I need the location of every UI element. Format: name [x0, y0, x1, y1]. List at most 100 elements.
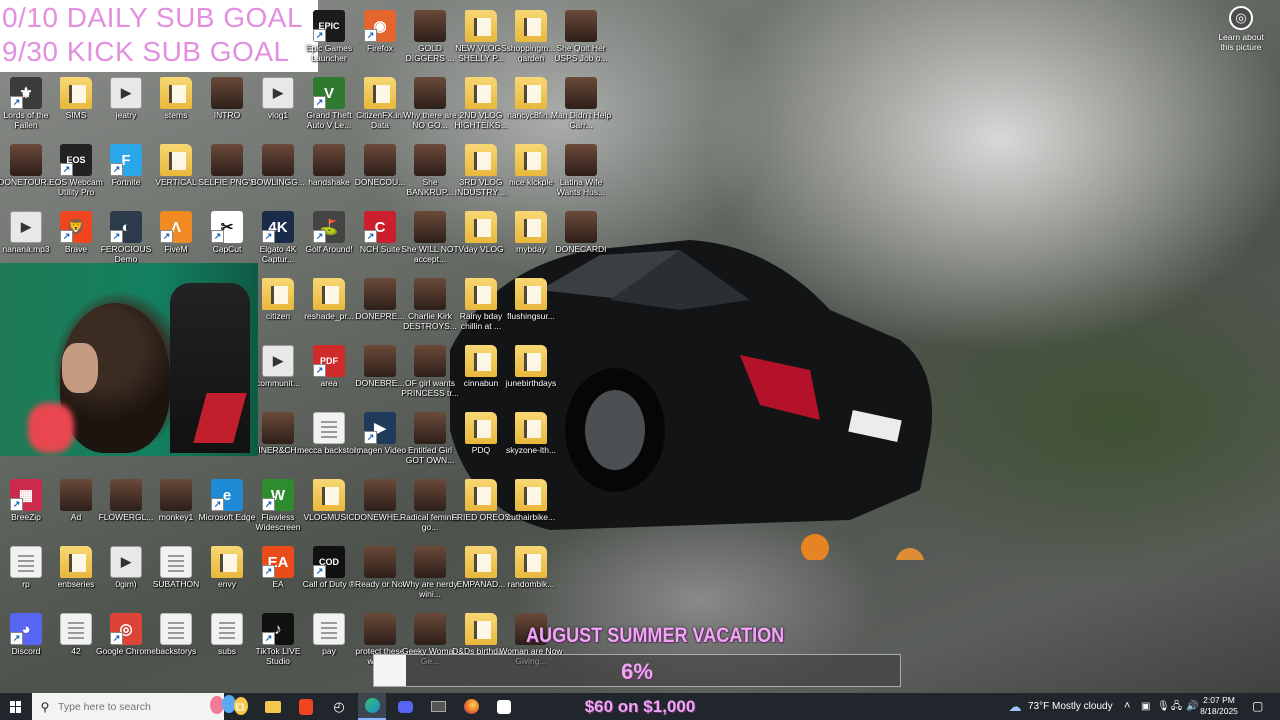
desktop-icon-label: randombik...: [507, 579, 555, 589]
image-thumbnail-icon: [414, 278, 446, 310]
discord-taskbar-button[interactable]: [391, 693, 419, 720]
folder-icon: [515, 278, 547, 310]
search-input[interactable]: [58, 700, 168, 713]
desktop-icon[interactable]: flushingsur...: [499, 274, 563, 338]
image-thumbnail-icon: [565, 211, 597, 243]
desktop-icon-label: junebirthdays: [505, 378, 557, 388]
folder-icon: [364, 77, 396, 109]
notifications-icon[interactable]: ▢: [1252, 693, 1263, 720]
desktop-icon[interactable]: DONECARDI: [549, 207, 613, 271]
folder-icon: [262, 278, 294, 310]
file-explorer-button[interactable]: [259, 693, 287, 720]
folder-icon: [465, 10, 497, 42]
desktop-icon[interactable]: She Quit Her USPS Job o...: [549, 6, 613, 70]
app-shortcut-icon: e: [211, 479, 243, 511]
image-thumbnail-icon: [414, 546, 446, 578]
microphone-icon[interactable]: 🎙: [1157, 693, 1170, 720]
app-shortcut-icon: 4K: [262, 211, 294, 243]
taskbar-search[interactable]: ⚲: [32, 693, 248, 720]
brave-taskbar-button[interactable]: [292, 693, 320, 720]
image-thumbnail-icon: [110, 479, 142, 511]
image-thumbnail-icon: [414, 412, 446, 444]
edge-taskbar-button[interactable]: [358, 693, 386, 720]
folder-icon: [515, 345, 547, 377]
app-shortcut-icon: PDF: [313, 345, 345, 377]
network-icon[interactable]: 🖧: [1171, 693, 1182, 720]
tray-app-icon[interactable]: ▣: [1141, 693, 1150, 720]
streamer-hand: [28, 403, 74, 453]
vacation-goal-title: AUGUST SUMMER VACATION: [526, 624, 785, 647]
start-button[interactable]: [0, 693, 32, 720]
image-thumbnail-icon: [262, 144, 294, 176]
desktop-icon[interactable]: randombik...: [499, 542, 563, 606]
firefox-icon: [463, 699, 479, 714]
clock-time: 2:07 PM: [1203, 695, 1235, 705]
image-thumbnail-icon: [313, 144, 345, 176]
image-thumbnail-icon: [10, 144, 42, 176]
desktop-icon[interactable]: skyzone-lth...: [499, 408, 563, 472]
app-shortcut-icon: Λ: [160, 211, 192, 243]
app-shortcut-icon: EA: [262, 546, 294, 578]
app-shortcut-icon: ◕: [10, 613, 42, 645]
sub-goal-overlay: 0/10 DAILY SUB GOAL 9/30 KICK SUB GOAL: [0, 0, 318, 72]
document-icon: [313, 412, 345, 444]
folder-icon: [313, 479, 345, 511]
discord-icon: [397, 700, 413, 713]
app-shortcut-icon: F: [110, 144, 142, 176]
desktop-icon[interactable]: Man Didn't Help Carr...: [549, 73, 613, 137]
kick-sub-goal: 9/30 KICK SUB GOAL: [2, 36, 290, 67]
desktop-icon[interactable]: Latina Wife Wants Hus...: [549, 140, 613, 204]
image-thumbnail-icon: [414, 613, 446, 645]
desktop-icon-label: She Quit Her USPS Job o...: [554, 43, 608, 63]
streaming-app-button[interactable]: [424, 693, 452, 720]
app-shortcut-icon: C: [364, 211, 396, 243]
folder-icon: [465, 479, 497, 511]
desktop-icon[interactable]: junebirthdays: [499, 341, 563, 405]
image-thumbnail-icon: [364, 345, 396, 377]
image-thumbnail-icon: [565, 10, 597, 42]
image-thumbnail-icon: [60, 479, 92, 511]
folder-icon: [465, 613, 497, 645]
desktop-icon-label: Latina Wife Wants Hus...: [556, 177, 606, 197]
desktop-icon-label: DONECARDI: [555, 244, 607, 254]
windows-icon: [10, 700, 22, 713]
image-thumbnail-icon: [211, 77, 243, 109]
image-thumbnail-icon: [414, 479, 446, 511]
media-file-icon: ▶: [10, 211, 42, 243]
folder-icon: [515, 412, 547, 444]
app-shortcut-icon: ✂: [211, 211, 243, 243]
desktop-icon[interactable]: cuthairbike...: [499, 475, 563, 539]
image-thumbnail-icon: [414, 10, 446, 42]
firefox-taskbar-button[interactable]: [457, 693, 485, 720]
app-shortcut-icon: ◐: [110, 211, 142, 243]
task-view-button[interactable]: ⧉: [226, 693, 254, 720]
document-icon: [60, 613, 92, 645]
folder-icon: [265, 700, 281, 713]
folder-icon: [465, 546, 497, 578]
app-shortcut-icon: EOS: [60, 144, 92, 176]
folder-icon: [465, 211, 497, 243]
folder-icon: [515, 144, 547, 176]
app-shortcut-icon: ⛳: [313, 211, 345, 243]
weather-widget[interactable]: ☁: [1004, 693, 1026, 720]
task-view-icon: ⧉: [235, 698, 245, 714]
vacation-progress-bar: 6%: [373, 654, 901, 687]
document-icon: [211, 613, 243, 645]
app-shortcut-icon: W: [262, 479, 294, 511]
folder-icon: [60, 546, 92, 578]
folder-icon: [160, 144, 192, 176]
folder-icon: [515, 479, 547, 511]
folder-icon: [515, 546, 547, 578]
media-file-icon: ▶: [262, 345, 294, 377]
capcut-taskbar-button[interactable]: [490, 693, 518, 720]
app-shortcut-icon: V: [313, 77, 345, 109]
folder-icon: [465, 345, 497, 377]
chevron-up-icon[interactable]: ˄: [1124, 693, 1130, 720]
taskbar-clock[interactable]: 2:07 PM 8/18/2025: [1196, 695, 1242, 717]
clock-app-button[interactable]: ◴: [325, 693, 353, 720]
folder-icon: [465, 412, 497, 444]
image-thumbnail-icon: [364, 144, 396, 176]
learn-about-picture[interactable]: ◎ Learn about this picture: [1212, 6, 1270, 52]
capcut-icon: [497, 699, 511, 714]
document-icon: [313, 613, 345, 645]
